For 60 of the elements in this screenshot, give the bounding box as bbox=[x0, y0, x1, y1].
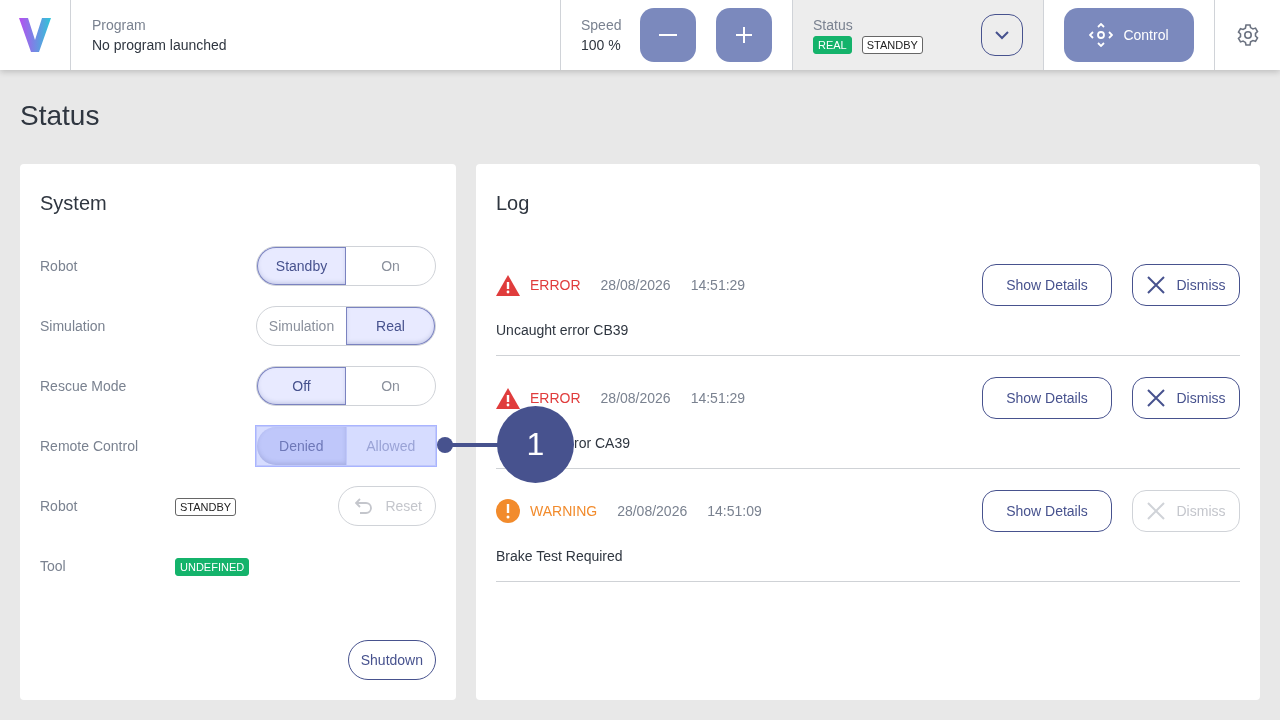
log-date: 28/08/2026 bbox=[617, 503, 688, 519]
undo-icon bbox=[355, 497, 374, 515]
dismiss-button[interactable]: Dismiss bbox=[1132, 264, 1240, 306]
show-details-button[interactable]: Show Details bbox=[982, 490, 1112, 532]
toggle-option[interactable]: Standby bbox=[257, 247, 346, 285]
log-message: Brake Test Required bbox=[496, 548, 623, 564]
close-icon bbox=[1146, 276, 1165, 294]
row-label: Robot bbox=[40, 498, 79, 514]
toggle-option[interactable]: On bbox=[346, 367, 435, 405]
warning-triangle-icon bbox=[496, 387, 520, 409]
log-date: 28/08/2026 bbox=[600, 277, 671, 293]
log-time: 14:51:29 bbox=[690, 277, 746, 293]
warning-triangle-icon bbox=[496, 274, 520, 296]
show-details-button[interactable]: Show Details bbox=[982, 264, 1112, 306]
log-message: Uncaught error CB39 bbox=[496, 322, 629, 338]
status-label: Status bbox=[813, 16, 854, 33]
control-button[interactable]: Control bbox=[1064, 8, 1194, 62]
minus-icon bbox=[659, 34, 677, 36]
log-time: 14:51:09 bbox=[707, 503, 762, 519]
toggle-option[interactable]: Real bbox=[346, 307, 435, 345]
card-title: System bbox=[40, 191, 108, 216]
decrease-speed-button[interactable] bbox=[640, 8, 696, 62]
close-icon bbox=[1146, 389, 1165, 407]
status-badge: STANDBY bbox=[861, 35, 923, 54]
row-label: Robot bbox=[40, 258, 79, 274]
toggle-option[interactable]: On bbox=[346, 247, 435, 285]
dismiss-button[interactable]: Dismiss bbox=[1132, 377, 1240, 419]
shutdown-button[interactable]: Shutdown bbox=[347, 640, 436, 680]
expand-button[interactable] bbox=[981, 14, 1023, 56]
warning-circle-icon bbox=[496, 499, 520, 523]
move-icon bbox=[1089, 23, 1114, 47]
settings-icon[interactable] bbox=[1235, 23, 1260, 47]
row-label: Simulation bbox=[40, 318, 107, 334]
log-level: ERROR bbox=[530, 277, 581, 293]
plus-icon bbox=[734, 25, 754, 45]
increase-speed-button[interactable] bbox=[716, 8, 772, 62]
row-label: Tool bbox=[40, 558, 67, 574]
log-time: 14:51:29 bbox=[690, 390, 746, 406]
logo-icon bbox=[19, 18, 51, 52]
program-value: No program launched bbox=[92, 37, 227, 53]
status-badge: REAL bbox=[813, 35, 852, 54]
show-details-button[interactable]: Show Details bbox=[982, 377, 1112, 419]
speed-value: 100 % bbox=[581, 37, 622, 53]
log-message: ror CA39 bbox=[574, 435, 631, 451]
status-badge: STANDBY bbox=[175, 497, 237, 516]
row-label: Remote Control bbox=[40, 438, 140, 454]
toggle-option[interactable]: Off bbox=[257, 367, 346, 405]
card-title: Log bbox=[496, 191, 531, 216]
log-level: ERROR bbox=[530, 390, 581, 406]
close-icon bbox=[1146, 502, 1165, 520]
leader-line bbox=[437, 435, 499, 454]
chevron-down-icon bbox=[995, 30, 1009, 40]
row-label: Rescue Mode bbox=[40, 378, 128, 394]
page-title: Status bbox=[20, 99, 101, 133]
toggle-option[interactable]: Simulation bbox=[257, 307, 346, 345]
program-label: Program bbox=[92, 17, 146, 33]
log-date: 28/08/2026 bbox=[600, 390, 671, 406]
speed-label: Speed bbox=[581, 17, 623, 33]
status-badge: UNDEFINED bbox=[175, 557, 250, 576]
log-level: WARNING bbox=[530, 503, 598, 519]
